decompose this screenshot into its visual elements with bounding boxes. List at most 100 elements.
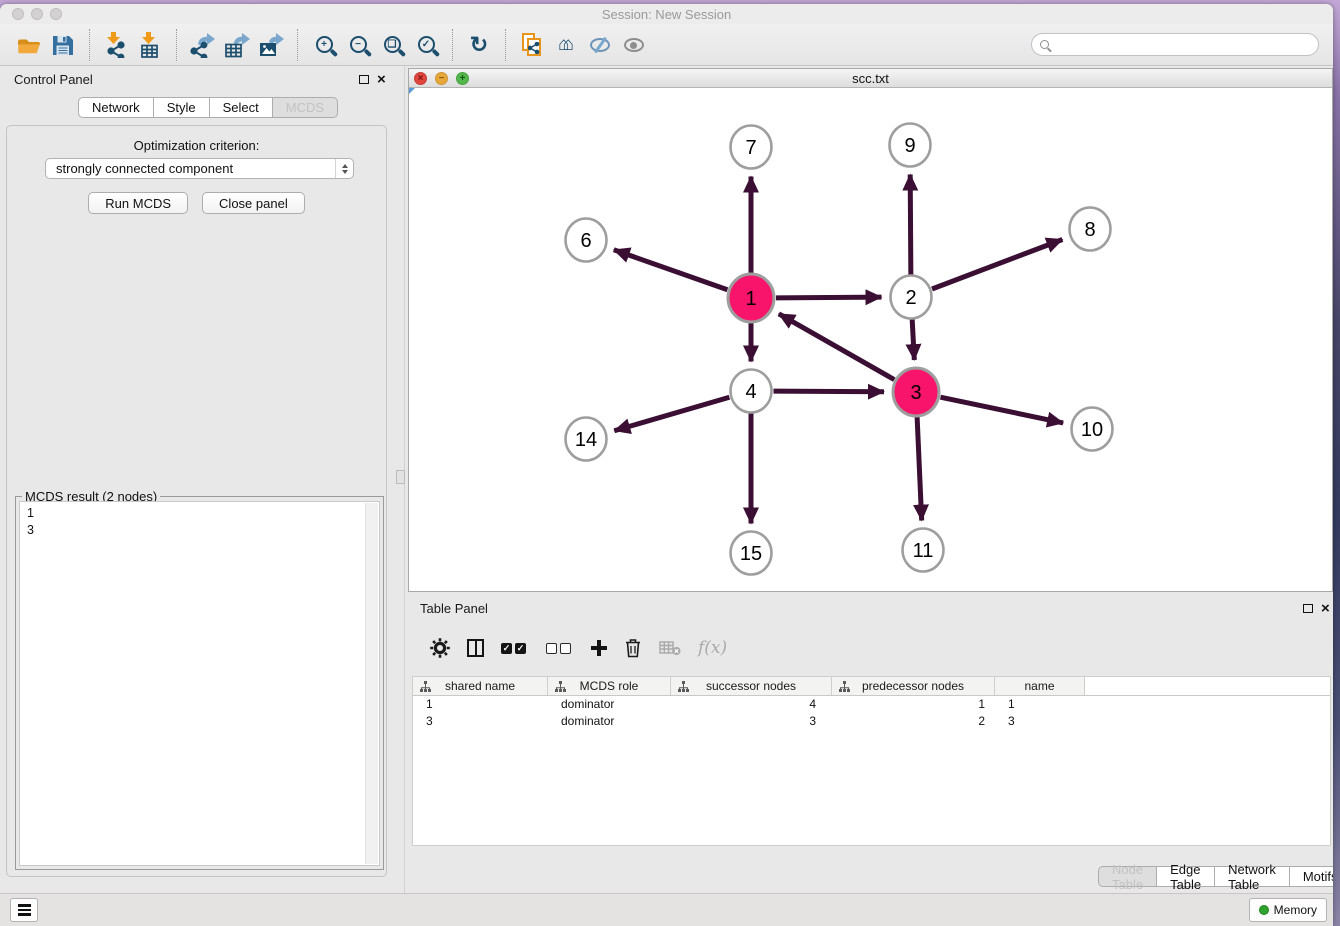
- show-panel-button[interactable]: [617, 28, 651, 62]
- node-8[interactable]: 8: [1070, 208, 1111, 251]
- zoom-out-button[interactable]: −: [341, 28, 375, 62]
- tab-motifs[interactable]: Motifs: [1289, 866, 1333, 887]
- columns-icon: [467, 639, 484, 657]
- edge-3-1[interactable]: [779, 314, 894, 380]
- node-label: 1: [745, 288, 756, 310]
- control-panel-tabs: NetworkStyleSelectMCDS: [78, 97, 338, 118]
- run-mcds-button[interactable]: Run MCDS: [88, 192, 188, 214]
- zoom-in-icon: +: [316, 36, 333, 53]
- tab-node-table[interactable]: Node Table: [1098, 866, 1157, 887]
- edge-2-9[interactable]: [910, 174, 911, 274]
- gear-icon: [430, 638, 450, 658]
- tab-style[interactable]: Style: [153, 97, 210, 118]
- dropdown-stepper-icon: [335, 159, 353, 178]
- column-header-mcds-role[interactable]: MCDS role: [548, 677, 671, 695]
- tab-network[interactable]: Network: [78, 97, 154, 118]
- table-row[interactable]: 1dominator411: [413, 696, 1330, 713]
- table-panel-float-icon[interactable]: [1303, 604, 1313, 613]
- column-header-successor-nodes[interactable]: successor nodes: [671, 677, 832, 695]
- open-session-button[interactable]: [12, 28, 46, 62]
- zoom-fit-button[interactable]: ❏: [375, 28, 409, 62]
- task-history-button[interactable]: [10, 898, 38, 922]
- tree-icon: [839, 681, 850, 692]
- column-header-name[interactable]: name: [995, 677, 1085, 695]
- edge-4-14[interactable]: [614, 397, 729, 430]
- criterion-dropdown[interactable]: strongly connected component: [45, 158, 354, 179]
- node-15[interactable]: 15: [731, 532, 772, 575]
- node-2[interactable]: 2: [891, 276, 932, 319]
- import-table-button[interactable]: [133, 28, 167, 62]
- edge-3-10[interactable]: [940, 397, 1063, 423]
- refresh-icon: ↻: [470, 34, 488, 56]
- tab-edge-table[interactable]: Edge Table: [1156, 866, 1215, 887]
- search-input[interactable]: [1055, 38, 1310, 52]
- tab-network-table[interactable]: Network Table: [1214, 866, 1290, 887]
- unchecked-box-icon: [560, 643, 571, 654]
- node-14[interactable]: 14: [566, 418, 607, 461]
- delete-column-button[interactable]: [624, 638, 642, 658]
- table-cell: 1: [995, 696, 1085, 713]
- save-session-button[interactable]: [46, 28, 80, 62]
- control-panel-close-icon[interactable]: ×: [377, 72, 386, 87]
- eye-slash-icon: [590, 38, 610, 52]
- hide-panel-button[interactable]: [583, 28, 617, 62]
- column-label: MCDS role: [580, 679, 639, 693]
- vertical-splitter-handle[interactable]: [396, 470, 405, 484]
- export-table-button[interactable]: [220, 28, 254, 62]
- node-3[interactable]: 3: [893, 368, 939, 416]
- duplicate-network-icon: [522, 33, 542, 57]
- node-11[interactable]: 11: [903, 529, 944, 572]
- show-columns-button[interactable]: [467, 639, 484, 657]
- apply-layout-button[interactable]: ↻: [462, 28, 496, 62]
- toolbar-separator: [176, 29, 177, 61]
- edge-1-6[interactable]: [614, 250, 728, 290]
- plus-icon: [591, 640, 607, 656]
- home-views-button[interactable]: ⌂⌂: [549, 28, 583, 62]
- node-7[interactable]: 7: [731, 126, 772, 169]
- table-cell: 2: [832, 713, 995, 730]
- zoom-selected-button[interactable]: ✓: [409, 28, 443, 62]
- toolbar-separator: [297, 29, 298, 61]
- duplicate-network-button[interactable]: [515, 28, 549, 62]
- node-10[interactable]: 10: [1072, 408, 1113, 451]
- edge-1-2[interactable]: [776, 297, 882, 298]
- node-9[interactable]: 9: [890, 124, 931, 167]
- select-all-button[interactable]: ✓✓: [501, 643, 529, 654]
- deselect-all-button[interactable]: [546, 643, 574, 654]
- edge-2-8[interactable]: [932, 239, 1062, 289]
- network-canvas[interactable]: 1 2 3 4 6 7 8 9 10 11 14 15: [409, 88, 1332, 591]
- column-header-predecessor-nodes[interactable]: predecessor nodes: [832, 677, 995, 695]
- table-settings-button[interactable]: [430, 638, 450, 658]
- export-image-button[interactable]: [254, 28, 288, 62]
- node-1[interactable]: 1: [728, 274, 774, 322]
- tree-icon: [678, 681, 689, 692]
- close-panel-button[interactable]: Close panel: [202, 192, 305, 214]
- tab-mcds[interactable]: MCDS: [272, 97, 338, 118]
- node-6[interactable]: 6: [566, 219, 607, 262]
- memory-button[interactable]: Memory: [1249, 898, 1327, 922]
- table-row[interactable]: 3dominator323: [413, 713, 1330, 730]
- app-window: Session: New Session: [0, 4, 1333, 926]
- trash-icon: [624, 638, 642, 658]
- edge-2-3[interactable]: [912, 319, 914, 360]
- tab-select[interactable]: Select: [209, 97, 273, 118]
- add-column-button[interactable]: [591, 640, 607, 656]
- network-graph[interactable]: 1 2 3 4 6 7 8 9 10 11 14 15: [409, 88, 1332, 591]
- import-network-icon: [104, 32, 128, 58]
- edge-3-11[interactable]: [917, 417, 922, 521]
- control-panel-float-icon[interactable]: [359, 75, 369, 84]
- result-scrollbar[interactable]: [365, 503, 378, 864]
- mcds-result-textarea[interactable]: 1 3: [19, 501, 380, 866]
- table-cell: dominator: [548, 696, 671, 713]
- node-4[interactable]: 4: [731, 370, 772, 413]
- zoom-in-button[interactable]: +: [307, 28, 341, 62]
- table-panel-close-icon[interactable]: ×: [1321, 601, 1330, 616]
- edge-4-3[interactable]: [773, 391, 884, 392]
- main-toolbar: + − ❏ ✓ ↻ ⌂⌂: [0, 24, 1333, 66]
- delete-table-icon: [659, 640, 681, 656]
- import-network-button[interactable]: [99, 28, 133, 62]
- column-header-shared-name[interactable]: shared name: [413, 677, 548, 695]
- table-panel-title: Table Panel: [420, 601, 488, 616]
- node-label: 7: [745, 137, 756, 159]
- export-network-button[interactable]: [186, 28, 220, 62]
